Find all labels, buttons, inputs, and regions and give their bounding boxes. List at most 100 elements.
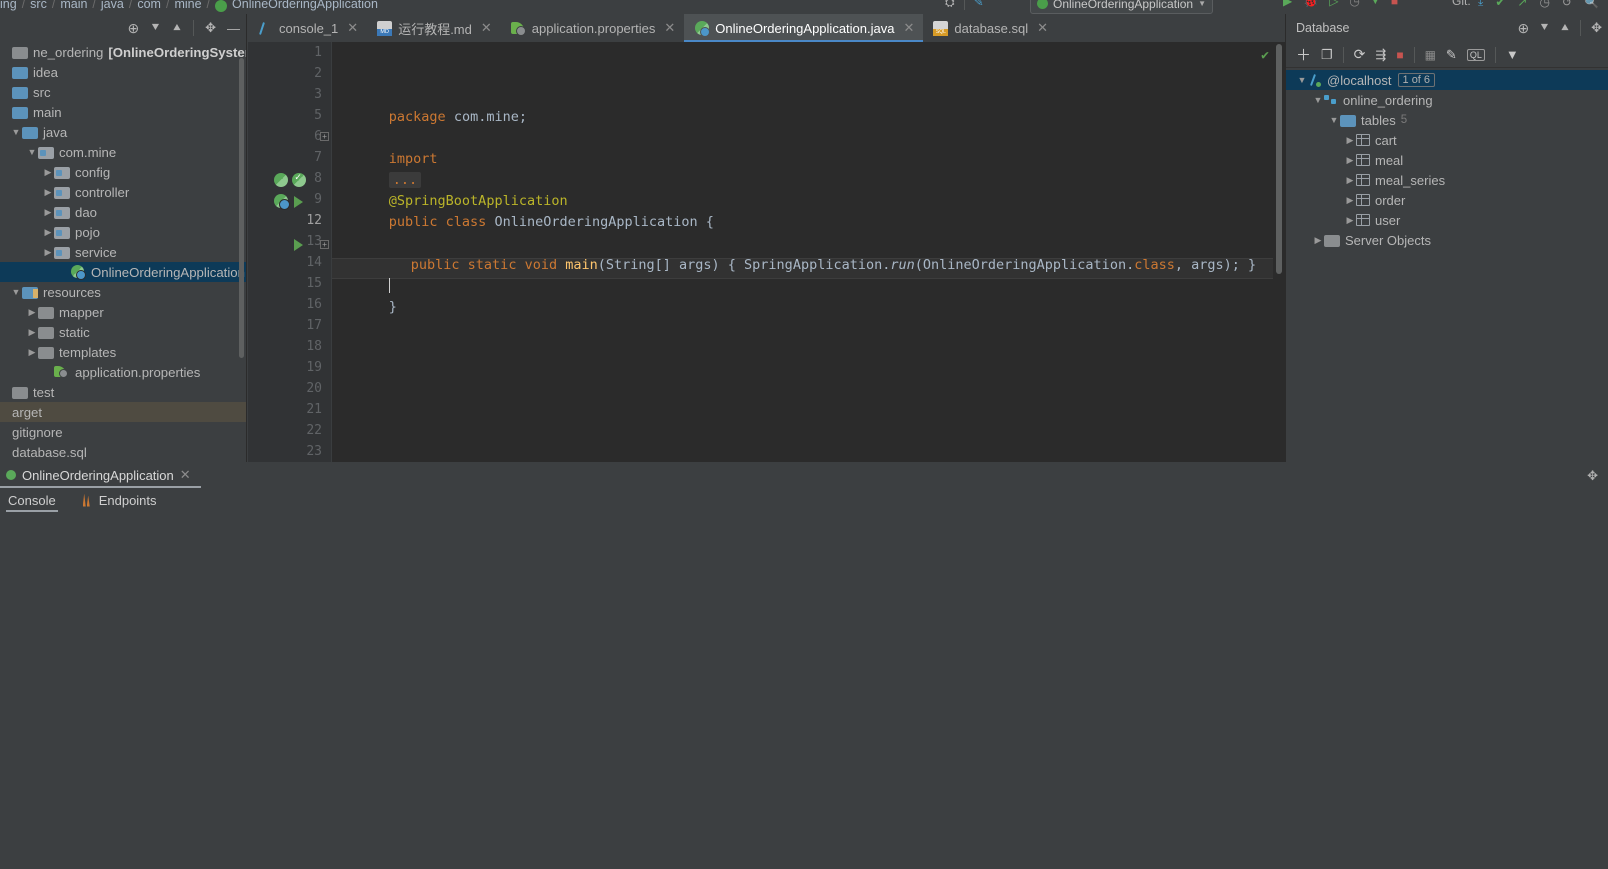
chevron-right-icon[interactable]: ▶ xyxy=(42,207,54,218)
run-icon[interactable]: ▶ xyxy=(1283,0,1292,8)
chevron-right-icon[interactable]: ▶ xyxy=(1344,135,1356,146)
chevron-down-icon[interactable]: ▼ xyxy=(10,127,22,137)
breadcrumb-item[interactable]: ing xyxy=(0,0,17,11)
editor-tab-md[interactable]: 运行教程.md ✕ xyxy=(367,14,501,42)
spring-config-check-icon[interactable]: ✓ xyxy=(292,172,306,187)
minimize-icon[interactable]: — xyxy=(227,21,240,36)
editor-tab-database-sql[interactable]: database.sql ✕ xyxy=(923,14,1057,42)
run-main-icon[interactable] xyxy=(294,239,308,253)
project-tree-item-dao[interactable]: ▶ dao xyxy=(0,202,246,222)
project-tree-item-mapper[interactable]: ▶ mapper xyxy=(0,302,246,322)
editor-scrollbar[interactable] xyxy=(1276,44,1282,274)
database-tree-item-online-ordering[interactable]: ▼ online_ordering xyxy=(1286,90,1608,110)
project-tree-item-idea[interactable]: · idea xyxy=(0,62,246,82)
database-tree-item-meal[interactable]: ▶ meal xyxy=(1286,150,1608,170)
fold-expand-icon[interactable]: + xyxy=(320,240,329,249)
collapse-all-icon[interactable]: ⯅ xyxy=(1560,20,1570,36)
chevron-right-icon[interactable]: ▶ xyxy=(42,167,54,178)
locate-icon[interactable]: ⊕ xyxy=(1518,20,1530,37)
stop-icon[interactable]: ■ xyxy=(1396,48,1403,62)
run-coverage-icon[interactable]: ▷ xyxy=(1329,0,1338,8)
query-console-icon[interactable]: QL xyxy=(1466,48,1485,61)
history-icon[interactable]: ◷ xyxy=(1539,0,1549,9)
chevron-down-icon[interactable]: ▼ xyxy=(1328,115,1340,125)
project-tree-item-com-mine[interactable]: ▼ com.mine xyxy=(0,142,246,162)
chevron-down-icon[interactable]: ▼ xyxy=(0,21,1,30)
chevron-right-icon[interactable]: ▶ xyxy=(26,347,38,358)
project-tree-item-ne-ordering[interactable]: ·ne_ordering[OnlineOrderingSystem]D:\a xyxy=(0,42,246,62)
database-tree-item-server-objects[interactable]: ▶ Server Objects xyxy=(1286,230,1608,250)
stop-icon[interactable]: ■ xyxy=(1391,0,1398,8)
gear-icon[interactable]: ✥ xyxy=(1591,20,1602,36)
database-tree-item-tables[interactable]: ▼ tables 5 xyxy=(1286,110,1608,130)
chevron-down-icon[interactable]: ▼ xyxy=(10,287,22,297)
project-panel-title[interactable]: t ▼ xyxy=(0,18,1,32)
inspection-ok-icon[interactable]: ✔ xyxy=(1261,48,1269,63)
run-tab-online-ordering-application[interactable]: OnlineOrderingApplication ✕ xyxy=(0,462,201,488)
search-icon[interactable]: 🔍 xyxy=(1584,0,1599,9)
database-tree-item-cart[interactable]: ▶ cart xyxy=(1286,130,1608,150)
database-tree-item-localhost[interactable]: ▼ @localhost 1 of 6 xyxy=(1286,70,1608,90)
project-tree-item-gitignore[interactable]: ·gitignore xyxy=(0,422,246,442)
chevron-down-icon[interactable]: ▼ xyxy=(26,147,38,157)
update-project-icon[interactable]: ⤓ xyxy=(1478,0,1483,9)
project-tree-item-controller[interactable]: ▶ controller xyxy=(0,182,246,202)
close-icon[interactable]: ✕ xyxy=(347,20,358,36)
project-tree-item-main[interactable]: · main xyxy=(0,102,246,122)
breadcrumb-item[interactable]: java xyxy=(101,0,124,11)
chevron-down-icon[interactable]: ▼ xyxy=(1312,95,1324,105)
chevron-right-icon[interactable]: ▶ xyxy=(1312,235,1324,246)
undo-icon[interactable]: ↺ xyxy=(1562,0,1572,9)
chevron-down-icon[interactable]: ▼ xyxy=(1371,0,1380,6)
chevron-right-icon[interactable]: ▶ xyxy=(26,307,38,318)
project-tree-item-java[interactable]: ▼ java xyxy=(0,122,246,142)
project-tree-item-onlineorderingapplication[interactable]: · OnlineOrderingApplication xyxy=(0,262,246,282)
project-tree-item-config[interactable]: ▶ config xyxy=(0,162,246,182)
locate-icon[interactable]: ⊕ xyxy=(128,20,140,37)
breadcrumb-item[interactable]: mine xyxy=(174,0,201,11)
commit-icon[interactable]: ✔ xyxy=(1495,0,1505,9)
chevron-right-icon[interactable]: ▶ xyxy=(42,187,54,198)
build-icon[interactable]: ⛭ xyxy=(945,0,955,10)
project-tree-item-pojo[interactable]: ▶ pojo xyxy=(0,222,246,242)
chevron-right-icon[interactable]: ▶ xyxy=(1344,155,1356,166)
push-icon[interactable]: ↗ xyxy=(1517,0,1527,9)
chevron-right-icon[interactable]: ▶ xyxy=(1344,175,1356,186)
database-tree-item-meal-series[interactable]: ▶ meal_series xyxy=(1286,170,1608,190)
project-tree-item-application-properties[interactable]: · application.properties xyxy=(0,362,246,382)
database-tree-item-user[interactable]: ▶ user xyxy=(1286,210,1608,230)
debug-icon[interactable]: 🐞 xyxy=(1303,0,1318,8)
fold-expand-icon[interactable]: + xyxy=(320,132,329,141)
project-tree-item-database-sql[interactable]: ·database.sql xyxy=(0,442,246,462)
table-icon[interactable]: ▦ xyxy=(1425,48,1436,62)
expand-all-icon[interactable]: ⯆ xyxy=(150,20,160,36)
run-sub-tab-endpoints[interactable]: Endpoints xyxy=(78,488,159,512)
project-tree-item-templates[interactable]: ▶ templates xyxy=(0,342,246,362)
editor-tab-application-properties[interactable]: application.properties ✕ xyxy=(501,14,684,42)
gear-icon[interactable]: ✥ xyxy=(205,20,216,36)
close-icon[interactable]: ✕ xyxy=(903,20,914,36)
filter-icon[interactable]: ▼ xyxy=(1506,47,1519,62)
breadcrumb-item[interactable]: OnlineOrderingApplication xyxy=(232,0,378,11)
refresh-icon[interactable]: ⟳ xyxy=(1354,46,1366,63)
chevron-right-icon[interactable]: ▶ xyxy=(42,227,54,238)
spring-class-bean-icon[interactable] xyxy=(274,194,290,210)
project-tree-item-src[interactable]: · src xyxy=(0,82,246,102)
chevron-right-icon[interactable]: ▶ xyxy=(1344,195,1356,206)
close-icon[interactable]: ✕ xyxy=(1037,20,1048,36)
run-class-icon[interactable] xyxy=(294,196,308,210)
chevron-down-icon[interactable]: ▼ xyxy=(1296,75,1308,85)
project-tree-item-test[interactable]: · test xyxy=(0,382,246,402)
chevron-right-icon[interactable]: ▶ xyxy=(1344,215,1356,226)
editor-gutter[interactable]: 1 2 3 5 6 7 8 9 12 13 14 15 16 17 18 19 20 21 22 23 xyxy=(248,42,332,462)
copy-icon[interactable]: ❐ xyxy=(1321,47,1333,63)
gear-icon[interactable]: ✥ xyxy=(1587,468,1598,484)
editor-tab-console-1[interactable]: console_1 ✕ xyxy=(248,14,367,42)
project-tree-item-service[interactable]: ▶ service xyxy=(0,242,246,262)
breadcrumb-item[interactable]: main xyxy=(60,0,87,11)
chevron-down-icon[interactable]: ▼ xyxy=(1198,0,1206,8)
spring-bean-icon[interactable] xyxy=(274,173,288,187)
edit-icon[interactable]: ✎ xyxy=(1446,47,1457,63)
breadcrumb-item[interactable]: src xyxy=(30,0,47,11)
add-icon[interactable]: ＋ xyxy=(1296,44,1311,65)
